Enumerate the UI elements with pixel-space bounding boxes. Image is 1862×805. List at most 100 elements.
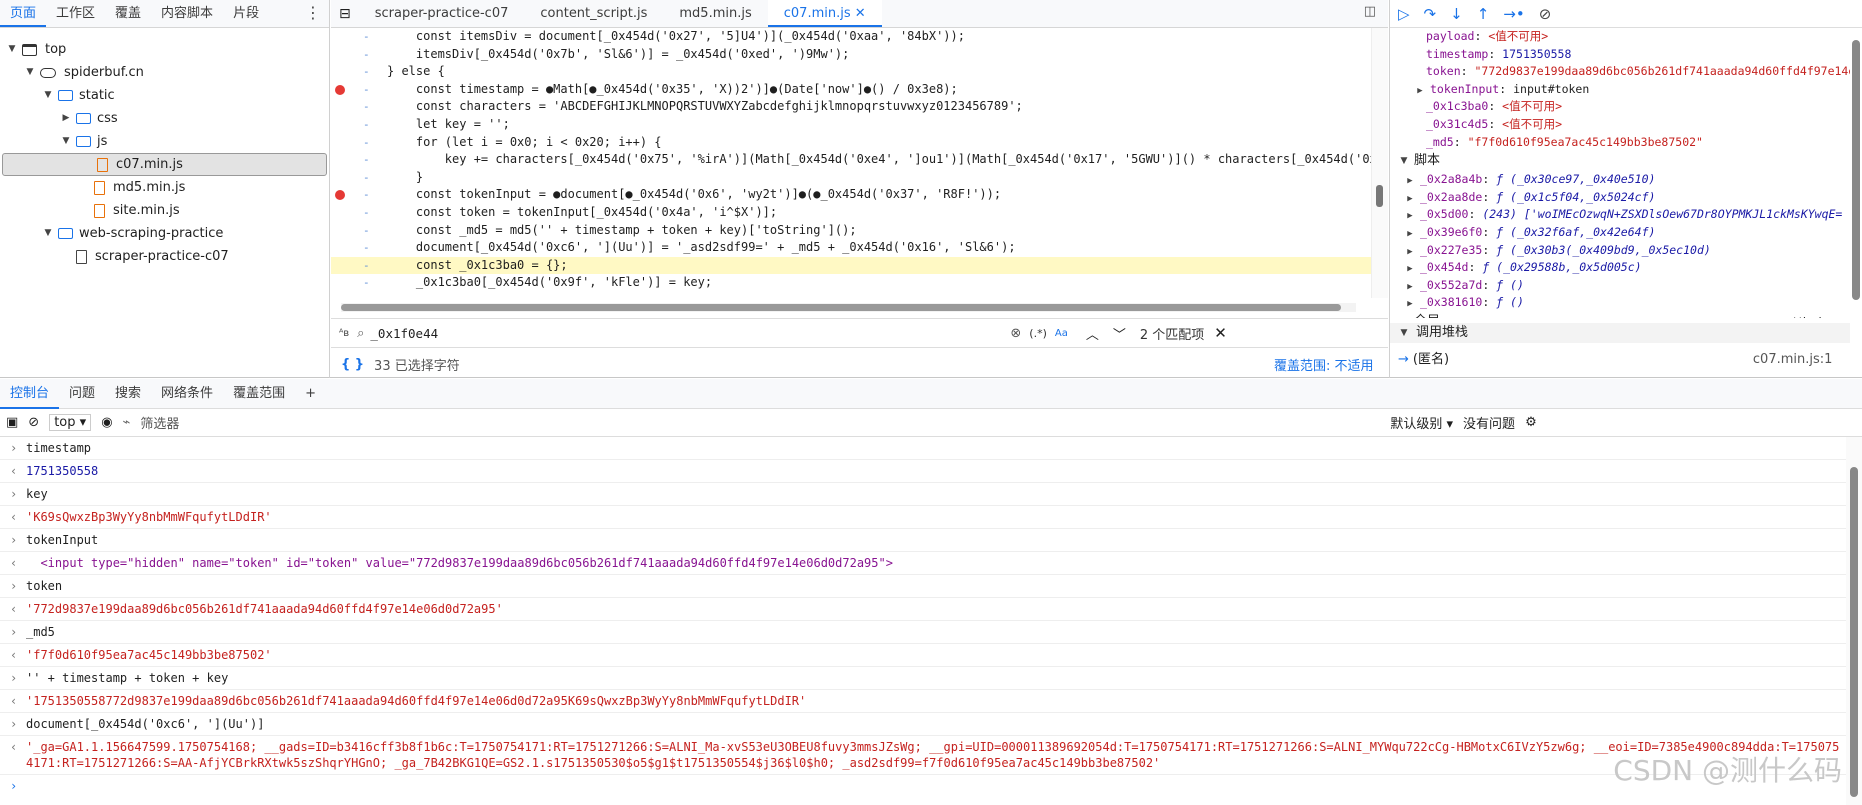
console-entry[interactable]: › _md5: [0, 621, 1846, 644]
step-over-icon[interactable]: ↷: [1424, 5, 1437, 23]
callstack-header[interactable]: ▼ 调用堆栈: [1390, 323, 1850, 343]
drawer-tab[interactable]: 控制台: [0, 379, 60, 409]
tree-item[interactable]: ▼ top: [0, 38, 329, 61]
sidebar-toggle-icon[interactable]: ▣: [6, 415, 18, 430]
expand-triangle-icon[interactable]: ▼: [60, 130, 72, 153]
nav-tab[interactable]: 内容脚本: [151, 0, 223, 27]
expand-triangle-icon[interactable]: ▼: [1398, 151, 1410, 171]
console-output[interactable]: › timestamp ‹ 1751350558 › key ‹ 'K69sQwxzBp3Wy…: [0, 437, 1846, 805]
line-gutter[interactable]: -: [363, 239, 370, 257]
context-select[interactable]: top ▾: [49, 414, 92, 431]
log-level-select[interactable]: 默认级别 ▾: [1390, 413, 1453, 432]
line-gutter[interactable]: -: [363, 134, 370, 152]
scope-variable[interactable]: _md5: "f7f0d610f95ea7ac45c149bb3be87502": [1390, 134, 1850, 152]
scripts-section-header[interactable]: ▼ 脚本: [1390, 151, 1850, 171]
pretty-print-icon[interactable]: { }: [331, 357, 374, 372]
line-gutter[interactable]: -: [363, 28, 370, 46]
script-variable[interactable]: ▶ _0x454d: ƒ (_0x29588b,_0x5d005c): [1390, 259, 1850, 277]
console-entry[interactable]: › token: [0, 575, 1846, 598]
issues-count[interactable]: 没有问题: [1463, 413, 1515, 432]
editor-vertical-scrollbar[interactable]: [1371, 28, 1388, 298]
tree-item[interactable]: site.min.js: [0, 199, 329, 222]
tree-item[interactable]: ▼ js: [0, 130, 329, 153]
clear-console-icon[interactable]: ⊘: [28, 415, 39, 430]
scope-variable[interactable]: ▶ tokenInput: input#token: [1390, 81, 1850, 99]
line-gutter[interactable]: -: [363, 63, 370, 81]
code-view[interactable]: - const itemsDiv = document[_0x454d('0x2…: [331, 28, 1371, 298]
script-variable[interactable]: ▶ _0x2a8a4b: ƒ (_0x30ce97,_0x40e510): [1390, 171, 1850, 189]
more-options-icon[interactable]: ⋮: [305, 3, 321, 22]
script-variable[interactable]: ▶ _0x5d00: (243) ['woIMEcOzwqN+ZSXDlsOew6…: [1390, 206, 1850, 224]
settings-gear-icon[interactable]: ⚙: [1525, 415, 1537, 430]
filter-input[interactable]: 筛选器: [140, 413, 1380, 432]
search-options-icon[interactable]: ᴬʙ: [331, 328, 357, 339]
expand-triangle-icon[interactable]: ▼: [42, 84, 54, 107]
tree-item[interactable]: ▼ static: [0, 84, 329, 107]
editor-horizontal-scrollbar[interactable]: [341, 303, 1356, 312]
line-gutter[interactable]: -: [363, 81, 370, 99]
editor-tab[interactable]: scraper-practice-c07: [359, 0, 525, 27]
tree-item[interactable]: md5.min.js: [0, 176, 329, 199]
console-prompt[interactable]: ›: [0, 775, 1846, 798]
collapse-sidebar-icon[interactable]: ◫: [1364, 4, 1376, 19]
editor-tab[interactable]: c07.min.js ✕: [767, 0, 882, 27]
line-gutter[interactable]: -: [363, 257, 370, 275]
drawer-tab[interactable]: 覆盖范围: [223, 379, 295, 409]
deactivate-breakpoints-icon[interactable]: ⊘: [1539, 5, 1552, 23]
line-gutter[interactable]: -: [363, 169, 370, 187]
expand-triangle-icon[interactable]: ▶: [60, 107, 72, 130]
drawer-tab[interactable]: 问题: [59, 379, 105, 409]
console-entry[interactable]: › tokenInput: [0, 529, 1846, 552]
scope-scrollbar[interactable]: [1852, 40, 1860, 300]
scope-variable[interactable]: _0x1c3ba0: <值不可用>: [1390, 98, 1850, 116]
expand-triangle-icon[interactable]: ▶: [1404, 296, 1416, 314]
breakpoint-marker[interactable]: [335, 190, 345, 201]
line-gutter[interactable]: -: [363, 274, 370, 292]
add-tab-icon[interactable]: +: [295, 379, 326, 409]
line-gutter[interactable]: -: [363, 204, 370, 222]
step-out-icon[interactable]: ↑: [1477, 5, 1490, 23]
eye-icon[interactable]: ◉: [101, 415, 112, 430]
line-gutter[interactable]: -: [363, 151, 370, 169]
editor-tab[interactable]: md5.min.js: [663, 0, 767, 27]
line-gutter[interactable]: -: [363, 186, 370, 204]
console-entry[interactable]: › '' + timestamp + token + key: [0, 667, 1846, 690]
script-variable[interactable]: ▶ _0x381610: ƒ (): [1390, 294, 1850, 312]
scope-variable[interactable]: _0x31c4d5: <值不可用>: [1390, 116, 1850, 134]
next-match-icon[interactable]: ﹀: [1113, 324, 1126, 343]
expand-triangle-icon[interactable]: ▼: [6, 38, 18, 61]
console-scrollbar[interactable]: [1846, 437, 1862, 805]
console-entry[interactable]: ‹ 'K69sQwxzBp3WyYy8nbMmWFqufytLDdIR': [0, 506, 1846, 529]
console-entry[interactable]: › timestamp: [0, 437, 1846, 460]
breakpoint-marker[interactable]: [335, 84, 345, 95]
step-icon[interactable]: →•: [1503, 5, 1524, 23]
prev-match-icon[interactable]: ︿: [1086, 324, 1099, 343]
console-entry[interactable]: ‹ '772d9837e199daa89d6bc056b261df741aaada…: [0, 598, 1846, 621]
drawer-tab[interactable]: 搜索: [105, 379, 151, 409]
console-entry[interactable]: ‹ '_ga=GA1.1.156647599.1750754168; __gads…: [0, 736, 1846, 775]
regex-toggle[interactable]: (.*): [1029, 327, 1047, 340]
script-variable[interactable]: ▶ _0x39e6f0: ƒ (_0x32f6af,_0x42e64f): [1390, 224, 1850, 242]
resume-icon[interactable]: ▷: [1398, 5, 1410, 23]
line-gutter[interactable]: -: [363, 46, 370, 64]
nav-tab[interactable]: 页面: [0, 0, 47, 27]
toggle-navigator-icon[interactable]: ⊟: [331, 6, 359, 22]
close-search-icon[interactable]: ✕: [1214, 324, 1227, 342]
tree-item[interactable]: c07.min.js: [2, 153, 327, 176]
script-variable[interactable]: ▶ _0x227e35: ƒ (_0x30b3(_0x409bd9,_0x5ec1…: [1390, 242, 1850, 260]
nav-tab[interactable]: 片段: [223, 0, 269, 27]
console-entry[interactable]: ‹ 'f7f0d610f95ea7ac45c149bb3be87502': [0, 644, 1846, 667]
clear-search-icon[interactable]: ⊗: [1010, 326, 1021, 341]
scope-variable[interactable]: timestamp: 1751350558: [1390, 46, 1850, 64]
script-variable[interactable]: ▶ _0x552a7d: ƒ (): [1390, 277, 1850, 295]
console-entry[interactable]: ‹ <input type="hidden" name="token" id="…: [0, 552, 1846, 575]
search-input[interactable]: _0x1f0e44: [370, 326, 1010, 341]
tree-item[interactable]: ▶ css: [0, 107, 329, 130]
callstack-frame[interactable]: → (匿名) c07.min.js:1: [1390, 350, 1850, 370]
console-entry[interactable]: › key: [0, 483, 1846, 506]
tree-item[interactable]: ▼ spiderbuf.cn: [0, 61, 329, 84]
case-toggle[interactable]: Aa: [1055, 328, 1068, 339]
nav-tab[interactable]: 覆盖: [105, 0, 151, 27]
tree-item[interactable]: ▼ web-scraping-practice: [0, 222, 329, 245]
line-gutter[interactable]: -: [363, 98, 370, 116]
